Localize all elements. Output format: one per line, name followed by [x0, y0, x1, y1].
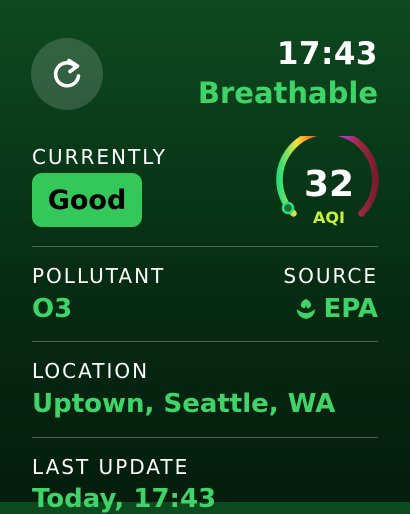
source-label: SOURCE	[283, 264, 378, 288]
pollutant-label: POLLUTANT	[32, 264, 166, 288]
location-value: Uptown, Seattle, WA	[32, 389, 336, 419]
divider	[32, 437, 378, 438]
aqi-value: 32	[303, 164, 355, 205]
source-value: EPA	[323, 294, 378, 324]
last-update-label: LAST UPDATE	[32, 455, 190, 479]
clock-time: 17:43	[276, 36, 378, 72]
divider	[32, 341, 378, 342]
aqi-unit: AQI	[313, 208, 345, 227]
currently-label: CURRENTLY	[32, 145, 167, 169]
air-status: Breathable	[197, 76, 378, 110]
location-label: LOCATION	[32, 359, 150, 383]
quality-badge: Good	[32, 173, 142, 227]
pollutant-value: O3	[32, 294, 73, 324]
source-value-group: EPA	[295, 294, 378, 324]
epa-leaf-icon	[297, 299, 316, 319]
divider	[32, 246, 378, 247]
refresh-button[interactable]	[31, 38, 103, 110]
last-update-value: Today, 17:43	[32, 484, 217, 514]
refresh-icon	[53, 58, 81, 88]
